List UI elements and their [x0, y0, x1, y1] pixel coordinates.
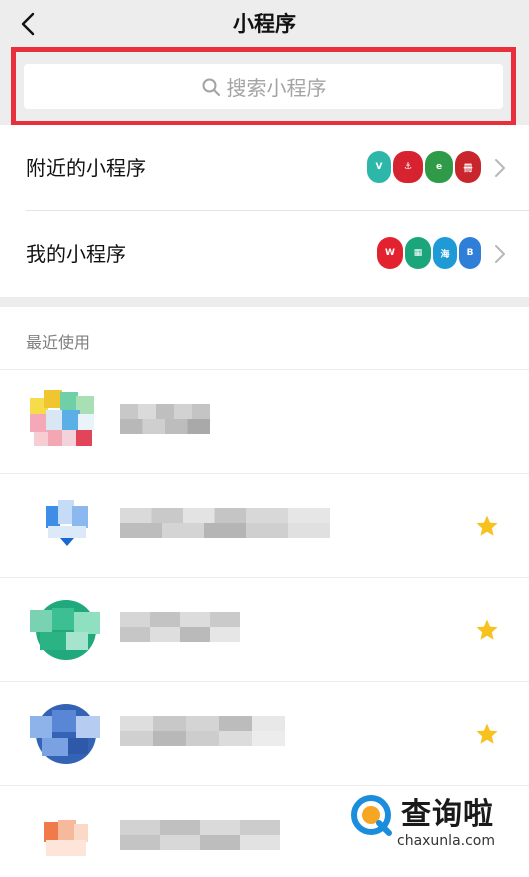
list-item[interactable]: [0, 369, 529, 473]
app-avatar: [30, 390, 104, 454]
section-label-recent: 最近使用: [26, 333, 91, 352]
chevron-right-icon: [495, 159, 505, 177]
watermark-url: chaxunla.com: [397, 833, 495, 849]
watermark: 查询啦 chaxunla.com: [349, 789, 519, 855]
watermark-text: 查询啦: [401, 797, 494, 832]
app-avatar: [30, 806, 104, 870]
chevron-right-icon: [495, 245, 505, 263]
search-highlight-frame: 搜索小程序: [11, 47, 516, 126]
app-avatar: [30, 494, 104, 558]
app-logo-icon: 冊: [455, 151, 481, 183]
star-icon[interactable]: [475, 722, 499, 746]
app-logo-icon: ▦: [405, 237, 431, 269]
nearby-app-icons: V ⚓ e 冊: [367, 151, 481, 183]
my-mini-programs-label: 我的小程序: [26, 242, 126, 266]
blurred-app-name: [120, 820, 280, 850]
my-app-icons: W ▦ 海 B: [377, 237, 481, 269]
page-title: 小程序: [233, 12, 296, 36]
app-logo-icon: B: [459, 237, 481, 269]
search-input[interactable]: 搜索小程序: [24, 64, 503, 109]
app-logo-icon: 海: [433, 237, 457, 269]
blurred-app-name: [120, 612, 240, 642]
star-icon[interactable]: [475, 514, 499, 538]
search-icon: [202, 78, 220, 96]
app-logo-icon: V: [367, 151, 391, 183]
app-avatar: [30, 598, 104, 662]
list-item[interactable]: [0, 473, 529, 577]
app-logo-icon: W: [377, 237, 403, 269]
blurred-app-name: [120, 716, 285, 746]
star-icon[interactable]: [475, 618, 499, 642]
my-mini-programs-row[interactable]: 我的小程序 W ▦ 海 B: [0, 211, 529, 297]
blurred-app-name: [120, 508, 330, 538]
search-placeholder: 搜索小程序: [226, 76, 327, 100]
app-avatar: [30, 702, 104, 766]
list-item[interactable]: [0, 577, 529, 681]
nearby-mini-programs-label: 附近的小程序: [26, 156, 146, 180]
blurred-app-name: [120, 404, 210, 434]
nearby-mini-programs-row[interactable]: 附近的小程序 V ⚓ e 冊: [0, 125, 529, 211]
app-logo-icon: e: [425, 151, 453, 183]
mini-program-menu: 附近的小程序 V ⚓ e 冊 我的小程序 W ▦ 海 B: [0, 125, 529, 297]
top-navigation-bar: 小程序: [0, 0, 529, 48]
app-logo-icon: ⚓: [393, 151, 423, 183]
watermark-logo-icon: [351, 795, 392, 836]
list-item[interactable]: [0, 681, 529, 785]
